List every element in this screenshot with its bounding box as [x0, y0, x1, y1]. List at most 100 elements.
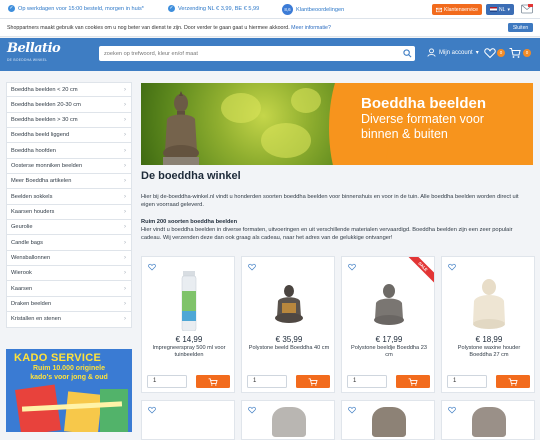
intro-text: Hier bij de-boeddha-winkel.nl vindt u ho… — [141, 193, 533, 242]
product-image[interactable] — [164, 271, 214, 331]
product-image[interactable] — [372, 407, 406, 437]
sidebar-item-label: Draken beelden — [11, 300, 52, 307]
sidebar-item[interactable]: Meer Boeddha artikelen › — [6, 174, 132, 190]
customer-service-button[interactable]: Klantenservice — [432, 4, 482, 15]
product-card[interactable] — [441, 400, 535, 440]
sidebar-item[interactable]: Boeddha beelden 20-30 cm › — [6, 97, 132, 113]
product-card[interactable] — [341, 400, 435, 440]
product-price: € 18,99 — [475, 335, 503, 344]
banner-text: Boeddha beelden Diverse formaten voor bi… — [361, 95, 486, 142]
product-card[interactable]: € 18,99 Polystone waxine houder Boeddha … — [441, 256, 535, 393]
product-name[interactable]: Polystone beeld Boeddha 40 cm — [247, 345, 331, 352]
sidebar-item[interactable]: Wensballonnen › — [6, 250, 132, 267]
kado-service-banner[interactable]: KADO SERVICE Ruim 10.000 originele kado'… — [6, 349, 132, 432]
kado-line-1: Ruim 10.000 originele — [33, 365, 105, 372]
cookie-more-info-link[interactable]: Meer informatie? — [291, 25, 331, 31]
heart-icon[interactable] — [248, 263, 256, 271]
search-box[interactable] — [99, 46, 415, 61]
add-to-cart-button[interactable] — [496, 375, 530, 388]
logo-text: Bellatio — [7, 41, 61, 56]
sidebar-item[interactable]: Draken beelden › — [6, 296, 132, 313]
quantity-input[interactable]: 1 — [347, 375, 387, 388]
product-price: € 17,99 — [375, 335, 403, 344]
usp-shipping-text: Verzending NL € 3,99, BE € 5,99 — [178, 5, 260, 12]
intro-paragraph-2: Hier vindt u boeddha beelden in diverse … — [141, 226, 513, 242]
product-image[interactable] — [464, 271, 514, 331]
heart-icon[interactable] — [148, 263, 156, 271]
quantity-input[interactable]: 1 — [247, 375, 287, 388]
heart-icon[interactable] — [348, 263, 356, 271]
chevron-right-icon: › — [124, 239, 126, 246]
sidebar-item[interactable]: Wierook › — [6, 266, 132, 282]
heart-icon[interactable] — [148, 406, 156, 414]
heart-icon[interactable] — [448, 263, 456, 271]
sidebar-item[interactable]: Geurolie › — [6, 220, 132, 236]
sidebar-item[interactable]: Kaarsen › — [6, 281, 132, 297]
sidebar-item-label: Boeddha beelden < 20 cm — [11, 86, 78, 93]
search-input[interactable] — [104, 49, 394, 58]
product-image[interactable] — [472, 407, 506, 437]
sidebar-item[interactable]: Kristallen en stenen › — [6, 312, 132, 328]
product-card[interactable]: € 14,99 Impregneerspray 500 ml voor tuin… — [141, 256, 235, 393]
sidebar-item[interactable]: Boeddha beelden > 30 cm › — [6, 112, 132, 129]
chevron-right-icon: › — [124, 224, 126, 231]
cookie-message: Shoppartners maakt gebruik van cookies o… — [7, 25, 290, 31]
sidebar-item-label: Kaarsen houders — [11, 208, 55, 215]
sidebar-item[interactable]: Boeddha beelden < 20 cm › — [6, 82, 132, 98]
sidebar-item[interactable]: Oosterse monniken beelden › — [6, 158, 132, 175]
quantity-input[interactable]: 1 — [147, 375, 187, 388]
add-to-cart-button[interactable] — [296, 375, 330, 388]
cart-icon[interactable] — [509, 47, 521, 59]
sidebar-item[interactable]: Boeddha beeld liggend › — [6, 128, 132, 144]
usp-shipping: ✓ Verzending NL € 3,99, BE € 5,99 — [168, 5, 259, 12]
add-to-cart-button[interactable] — [196, 375, 230, 388]
product-name[interactable]: Polystone beeldje Boeddha 23 cm — [347, 345, 431, 359]
sidebar-item-label: Boeddha beeld liggend — [11, 132, 70, 139]
intro-paragraph-1: Hier bij de-boeddha-winkel.nl vindt u ho… — [141, 194, 519, 209]
top-bar: ✓ Op werkdagen voor 15:00 besteld, morgen… — [0, 0, 540, 19]
check-icon: ✓ — [168, 5, 175, 12]
mail-icon[interactable] — [521, 4, 533, 14]
account-menu[interactable]: Mijn account ▾ — [427, 48, 479, 57]
sidebar-item-label: Wensballonnen — [11, 254, 51, 261]
cookie-notice: Shoppartners maakt gebruik van cookies o… — [0, 19, 540, 37]
sidebar-item-label: Boeddha beelden > 30 cm — [11, 116, 78, 123]
quantity-input[interactable]: 1 — [447, 375, 487, 388]
banner-title: Boeddha beelden — [361, 95, 487, 112]
sidebar-item-label: Beelden sokkels — [11, 193, 53, 200]
heart-icon[interactable] — [348, 406, 356, 414]
product-image[interactable] — [264, 271, 314, 331]
cookie-close-button[interactable]: Sluiten — [508, 23, 533, 32]
usp-rating[interactable]: 8,6 Klantbeoordelingen — [282, 4, 344, 15]
product-price: € 35,99 — [275, 335, 303, 344]
page-title: De boeddha winkel — [141, 170, 241, 182]
product-card[interactable]: SALE € 17,99 Polystone beeldje Boeddha 2… — [341, 256, 435, 393]
product-card[interactable] — [241, 400, 335, 440]
add-to-cart-button[interactable] — [396, 375, 430, 388]
heart-icon[interactable] — [248, 406, 256, 414]
account-label: Mijn account — [439, 49, 473, 56]
language-select[interactable]: NL ▾ — [486, 4, 514, 15]
wishlist-heart-icon[interactable] — [484, 47, 496, 59]
sidebar-item[interactable]: Kaarsen houders › — [6, 204, 132, 221]
product-image[interactable] — [364, 271, 414, 331]
logo[interactable]: Bellatio DE BOEDDHA WINKEL — [7, 41, 61, 66]
hero-banner[interactable]: Boeddha beelden Diverse formaten voor bi… — [141, 83, 533, 165]
usp-rating-text: Klantbeoordelingen — [296, 6, 345, 13]
kado-title: KADO SERVICE — [14, 352, 102, 364]
heart-icon[interactable] — [448, 406, 456, 414]
search-icon[interactable] — [403, 49, 412, 58]
product-name[interactable]: Polystone waxine houder Boeddha 27 cm — [447, 345, 531, 359]
cookie-text: Shoppartners maakt gebruik van cookies o… — [7, 25, 331, 31]
sidebar-item[interactable]: Boeddha hoofden › — [6, 143, 132, 159]
product-card[interactable] — [141, 400, 235, 440]
product-name[interactable]: Impregneerspray 500 ml voor tuinbeelden — [147, 345, 231, 359]
product-card[interactable]: € 35,99 Polystone beeld Boeddha 40 cm 1 — [241, 256, 335, 393]
sidebar-item-label: Boeddha hoofden — [11, 147, 56, 154]
product-image[interactable] — [272, 407, 306, 437]
cart-icon — [508, 378, 518, 386]
sidebar-item[interactable]: Candle bags › — [6, 235, 132, 251]
sidebar-item-label: Geurolie — [11, 224, 33, 231]
usp-delivery-text: Op werkdagen voor 15:00 besteld, morgen … — [18, 5, 144, 12]
sidebar-item[interactable]: Beelden sokkels › — [6, 189, 132, 205]
